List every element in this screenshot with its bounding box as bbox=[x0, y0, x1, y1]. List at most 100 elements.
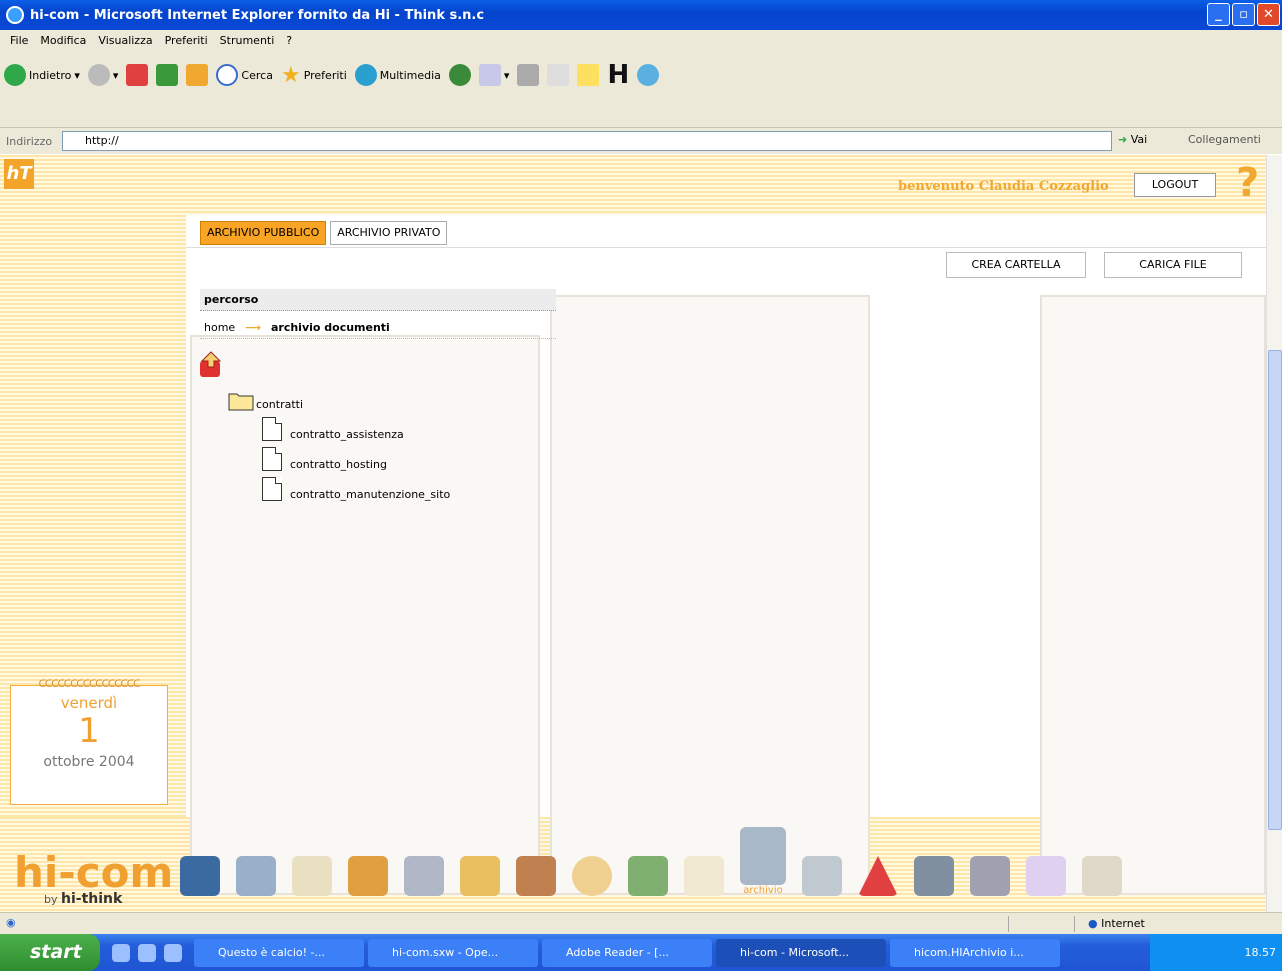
status-bar: ◉ ● Internet bbox=[0, 912, 1282, 934]
ie-quick-icon[interactable] bbox=[112, 943, 130, 962]
maximize-button[interactable]: ▫ bbox=[1232, 3, 1255, 26]
page-icon: ◉ bbox=[6, 916, 16, 929]
h-button[interactable]: H bbox=[607, 58, 629, 92]
ie-icon bbox=[6, 6, 24, 24]
pen-icon[interactable] bbox=[516, 856, 556, 896]
close-button[interactable]: ✕ bbox=[1257, 3, 1280, 26]
history-button[interactable] bbox=[448, 58, 471, 92]
file-label: contratto_assistenza bbox=[290, 428, 404, 441]
task-button[interactable]: hi-com.sxw - Ope... bbox=[368, 938, 538, 967]
app-dock: archivio bbox=[180, 827, 1122, 896]
map-icon[interactable] bbox=[1026, 856, 1066, 896]
favorites-button[interactable]: ★ Preferiti bbox=[281, 58, 347, 92]
page-scrollbar[interactable] bbox=[1266, 155, 1282, 912]
start-button[interactable]: start bbox=[0, 934, 100, 971]
telephone-icon[interactable] bbox=[970, 856, 1010, 896]
file-item[interactable]: contratto_hosting bbox=[262, 447, 387, 471]
menu-file[interactable]: File bbox=[4, 34, 34, 47]
clock-icon[interactable] bbox=[572, 856, 612, 896]
upload-file-button[interactable]: CARICA FILE bbox=[1104, 252, 1242, 278]
edit-button[interactable] bbox=[547, 58, 570, 92]
help-icon[interactable]: ? bbox=[1236, 163, 1259, 203]
refresh-icon bbox=[156, 64, 179, 86]
people-icon[interactable] bbox=[180, 856, 220, 896]
mail-button[interactable]: ▾ bbox=[478, 58, 509, 92]
divider bbox=[1074, 916, 1075, 932]
star-icon: ★ bbox=[280, 62, 301, 88]
folder-item[interactable]: contratti bbox=[228, 391, 303, 411]
calendar-day: 1 bbox=[78, 711, 100, 751]
address-bar: Indirizzo http:// ➜ Vai Collegamenti bbox=[0, 128, 1282, 154]
menu-bar: File Modifica Visualizza Preferiti Strum… bbox=[0, 30, 1282, 50]
dice-icon[interactable] bbox=[1082, 856, 1122, 896]
calendar-icon[interactable] bbox=[628, 856, 668, 896]
tab-private-archive[interactable]: ARCHIVIO PRIVATO bbox=[330, 221, 448, 245]
menu-favorites[interactable]: Preferiti bbox=[159, 34, 214, 47]
window-controls: _ ▫ ✕ bbox=[1207, 3, 1280, 26]
calendar-widget: ᑕᑕᑕᑕᑕᑕᑕᑕᑕᑕᑕᑕᑕᑕᑕᑕ venerdì 1 ottobre 2004 bbox=[10, 679, 168, 805]
title-bar[interactable]: hi-com - Microsoft Internet Explorer for… bbox=[0, 0, 1282, 30]
file-label: contratto_manutenzione_sito bbox=[290, 488, 451, 501]
menu-view[interactable]: Visualizza bbox=[92, 34, 158, 47]
quick-launch bbox=[112, 943, 182, 962]
go-button[interactable]: ➜ Vai bbox=[1118, 133, 1147, 146]
outlook-quick-icon[interactable] bbox=[138, 943, 156, 962]
mobile-phone-icon[interactable] bbox=[914, 856, 954, 896]
search-button[interactable]: Cerca bbox=[216, 58, 273, 92]
search-icon bbox=[216, 64, 239, 86]
breadcrumb-home[interactable]: home bbox=[204, 317, 235, 339]
cabinet-watermark bbox=[550, 295, 870, 895]
print-button[interactable] bbox=[517, 58, 540, 92]
task-button[interactable]: hicom.HIArchivio i... bbox=[890, 938, 1060, 967]
file-icon bbox=[262, 417, 282, 441]
file-item[interactable]: contratto_assistenza bbox=[262, 417, 404, 441]
notes-button[interactable] bbox=[577, 58, 600, 92]
folder-icon bbox=[228, 393, 254, 411]
home-button[interactable] bbox=[186, 58, 209, 92]
back-arrow-icon bbox=[4, 64, 26, 86]
file-icon bbox=[262, 447, 282, 471]
desktop-quick-icon[interactable] bbox=[164, 943, 182, 962]
task-button[interactable]: hi-com - Microsoft... bbox=[716, 938, 886, 967]
folder-up-icon[interactable] bbox=[198, 351, 224, 379]
menu-help[interactable]: ? bbox=[280, 34, 298, 47]
tools-icon[interactable] bbox=[802, 856, 842, 896]
forklift-icon[interactable] bbox=[348, 856, 388, 896]
clipboard-icon[interactable] bbox=[292, 856, 332, 896]
scrollbar-thumb[interactable] bbox=[1268, 350, 1282, 830]
arrow-right-icon: ⟶ bbox=[245, 320, 261, 334]
stop-button[interactable] bbox=[126, 58, 149, 92]
window-title: hi-com - Microsoft Internet Explorer for… bbox=[30, 7, 485, 23]
archive-cabinet-icon bbox=[740, 827, 786, 885]
forward-button[interactable]: ▾ bbox=[87, 58, 118, 92]
warning-icon[interactable] bbox=[858, 856, 898, 896]
logout-button[interactable]: LOGOUT bbox=[1134, 173, 1216, 197]
links-button[interactable]: Collegamenti bbox=[1188, 133, 1261, 146]
write-icon[interactable] bbox=[236, 856, 276, 896]
calculator-icon[interactable] bbox=[404, 856, 444, 896]
archive-dock-item[interactable]: archivio bbox=[740, 827, 786, 896]
note-icon bbox=[577, 64, 600, 86]
globe-icon: ● bbox=[1088, 917, 1098, 930]
tab-public-archive[interactable]: ARCHIVIO PUBBLICO bbox=[200, 221, 327, 245]
media-icon bbox=[354, 64, 377, 86]
menu-tools[interactable]: Strumenti bbox=[214, 34, 281, 47]
file-item[interactable]: contratto_manutenzione_sito bbox=[262, 477, 450, 501]
back-button[interactable]: Indietro ▾ bbox=[4, 58, 80, 92]
site-logo[interactable]: hT bbox=[4, 159, 34, 189]
media-button[interactable]: Multimedia bbox=[354, 58, 441, 92]
create-folder-button[interactable]: CREA CARTELLA bbox=[946, 252, 1086, 278]
messenger-button[interactable] bbox=[637, 58, 660, 92]
minimize-button[interactable]: _ bbox=[1207, 3, 1230, 26]
mailbox-icon[interactable] bbox=[684, 856, 724, 896]
brand-logo[interactable]: hi-com bbox=[14, 852, 173, 894]
menu-edit[interactable]: Modifica bbox=[34, 34, 92, 47]
divider bbox=[186, 247, 1266, 248]
address-label: Indirizzo bbox=[6, 134, 53, 148]
task-button[interactable]: Adobe Reader - [... bbox=[542, 938, 712, 967]
notepad-icon[interactable] bbox=[460, 856, 500, 896]
refresh-button[interactable] bbox=[156, 58, 179, 92]
address-input[interactable]: http:// bbox=[62, 131, 1112, 151]
task-button[interactable]: Questo è calcio! -... bbox=[194, 938, 364, 967]
history-icon bbox=[448, 64, 471, 86]
